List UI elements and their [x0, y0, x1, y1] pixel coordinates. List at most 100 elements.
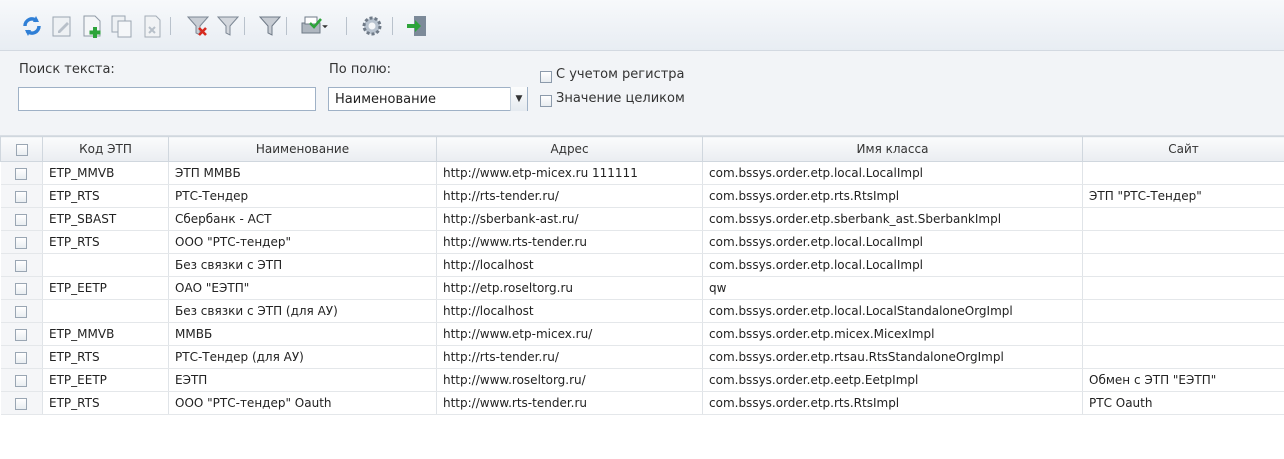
- table-row[interactable]: ETP_RTS ООО "РТС-тендер" http://www.rts-te…: [0, 230, 1284, 254]
- search-field-select[interactable]: Наименование: [328, 87, 528, 111]
- table-cell: [1082, 299, 1284, 323]
- column-header[interactable]: Адрес: [436, 136, 703, 162]
- delete-record-icon[interactable]: [138, 12, 166, 40]
- table-cell: http://localhost: [436, 299, 703, 323]
- table-row[interactable]: ETP_MMVB ЭТП ММВБ http://www.etp-micex.ru …: [0, 161, 1284, 185]
- table-row[interactable]: ETP_RTS РТС-Тендер http://rts-tender.ru/co…: [0, 184, 1284, 208]
- table-cell: РТС-Тендер: [168, 184, 437, 208]
- table-cell: ETP_EETP: [42, 368, 169, 392]
- toolbar: [0, 0, 1284, 51]
- clear-filter-icon[interactable]: [184, 12, 212, 40]
- table-cell: ETP_SBAST: [42, 207, 169, 231]
- table-cell: ETP_MMVB: [42, 161, 169, 185]
- row-checkbox[interactable]: [0, 161, 43, 185]
- table-cell: [1082, 253, 1284, 277]
- column-header[interactable]: Наименование: [168, 136, 437, 162]
- search-input[interactable]: [18, 87, 316, 111]
- table-cell: http://www.rts-tender.ru: [436, 391, 703, 415]
- table-cell: com.bssys.order.etp.micex.MicexImpl: [702, 322, 1083, 346]
- table-row[interactable]: ETP_EETP ОАО "ЕЭТП" http://etp.roseltorg.r…: [0, 276, 1284, 300]
- table-cell: [1082, 230, 1284, 254]
- whole-value-label: Значение целиком: [556, 91, 685, 106]
- table-cell: ОАО "ЕЭТП": [168, 276, 437, 300]
- table-cell: ООО "РТС-тендер" Oauth: [168, 391, 437, 415]
- table-cell: http://sberbank-ast.ru/: [436, 207, 703, 231]
- table-cell: http://www.etp-micex.ru 111111: [436, 161, 703, 185]
- table-cell: http://www.roseltorg.ru/: [436, 368, 703, 392]
- table-cell: ETP_EETP: [42, 276, 169, 300]
- row-checkbox[interactable]: [0, 322, 43, 346]
- chevron-down-icon[interactable]: ▼: [510, 87, 527, 111]
- table-header-row: Код ЭТП Наименование Адрес Имя класса Са…: [0, 136, 1284, 162]
- table-cell: [1082, 345, 1284, 369]
- edit-icon[interactable]: [48, 12, 76, 40]
- row-checkbox[interactable]: [0, 368, 43, 392]
- table-cell: com.bssys.order.etp.sberbank_ast.Sberban…: [702, 207, 1083, 231]
- table-cell: ETP_MMVB: [42, 322, 169, 346]
- gear-icon[interactable]: [358, 12, 386, 40]
- etp-grid: Код ЭТП Наименование Адрес Имя класса Са…: [0, 136, 1284, 415]
- row-checkbox[interactable]: [0, 299, 43, 323]
- table-cell: com.bssys.order.etp.local.LocalImpl: [702, 161, 1083, 185]
- row-checkbox[interactable]: [0, 184, 43, 208]
- table-row[interactable]: Без связки с ЭТП (для АУ) http://localhos…: [0, 299, 1284, 323]
- table-cell: com.bssys.order.etp.eetp.EetpImpl: [702, 368, 1083, 392]
- table-cell: [42, 253, 169, 277]
- table-cell: Без связки с ЭТП (для АУ): [168, 299, 437, 323]
- table-cell: com.bssys.order.etp.rts.RtsImpl: [702, 391, 1083, 415]
- table-row[interactable]: ETP_RTS ООО "РТС-тендер" Oauth http://www.…: [0, 391, 1284, 415]
- column-header[interactable]: Имя класса: [702, 136, 1083, 162]
- table-cell: ЭТП "РТС-Тендер": [1082, 184, 1284, 208]
- quick-filter-icon[interactable]: [256, 12, 284, 40]
- row-checkbox[interactable]: [0, 207, 43, 231]
- table-cell: com.bssys.order.etp.rts.RtsImpl: [702, 184, 1083, 208]
- row-checkbox[interactable]: [0, 230, 43, 254]
- search-panel: Поиск текста: По полю: Наименование ▼ С …: [0, 51, 1284, 136]
- column-header[interactable]: Код ЭТП: [42, 136, 169, 162]
- table-row[interactable]: ETP_EETP ЕЭТП http://www.roseltorg.ru/com.…: [0, 368, 1284, 392]
- table-cell: ETP_RTS: [42, 345, 169, 369]
- toolbar-separator: [244, 17, 245, 35]
- table-row[interactable]: ETP_SBAST Сбербанк - АСТ http://sberbank-a…: [0, 207, 1284, 231]
- table-cell: [42, 299, 169, 323]
- table-cell: com.bssys.order.etp.local.LocalImpl: [702, 253, 1083, 277]
- table-cell: ООО "РТС-тендер": [168, 230, 437, 254]
- row-checkbox[interactable]: [0, 391, 43, 415]
- table-cell: [1082, 276, 1284, 300]
- table-cell: http://rts-tender.ru/: [436, 184, 703, 208]
- table-cell: http://localhost: [436, 253, 703, 277]
- app-window: Поиск текста: По полю: Наименование ▼ С …: [0, 0, 1284, 459]
- table-row[interactable]: ETP_MMVB ММВБ http://www.etp-micex.ru/com.…: [0, 322, 1284, 346]
- exit-icon[interactable]: [403, 12, 431, 40]
- table-cell: ММВБ: [168, 322, 437, 346]
- toolbar-separator: [346, 17, 347, 35]
- table-cell: [1082, 207, 1284, 231]
- table-cell: com.bssys.order.etp.local.LocalImpl: [702, 230, 1083, 254]
- case-sensitive-checkbox[interactable]: [540, 71, 552, 83]
- toolbar-separator: [392, 17, 393, 35]
- table-cell: ETP_RTS: [42, 184, 169, 208]
- whole-value-checkbox[interactable]: [540, 95, 552, 107]
- table-cell: [1082, 322, 1284, 346]
- toolbar-separator: [170, 17, 171, 35]
- table-cell: http://etp.roseltorg.ru: [436, 276, 703, 300]
- filter-icon[interactable]: [214, 12, 242, 40]
- table-cell: http://www.etp-micex.ru/: [436, 322, 703, 346]
- table-cell: РТС Oauth: [1082, 391, 1284, 415]
- table-cell: ЭТП ММВБ: [168, 161, 437, 185]
- copy-record-icon[interactable]: [108, 12, 136, 40]
- table-cell: [1082, 161, 1284, 185]
- refresh-icon[interactable]: [18, 12, 46, 40]
- add-record-icon[interactable]: [78, 12, 106, 40]
- table-cell: ETP_RTS: [42, 391, 169, 415]
- chevron-down-icon[interactable]: [318, 12, 332, 40]
- row-checkbox[interactable]: [0, 345, 43, 369]
- column-header[interactable]: Сайт: [1082, 136, 1284, 162]
- row-checkbox[interactable]: [0, 276, 43, 300]
- table-row[interactable]: ETP_RTS РТС-Тендер (для АУ) http://rts-ten…: [0, 345, 1284, 369]
- table-row[interactable]: Без связки с ЭТП http://localhost com.bssy…: [0, 253, 1284, 277]
- table-cell: com.bssys.order.etp.rtsau.RtsStandaloneO…: [702, 345, 1083, 369]
- table-cell: http://www.rts-tender.ru: [436, 230, 703, 254]
- row-checkbox[interactable]: [0, 253, 43, 277]
- select-all-checkbox[interactable]: [0, 136, 43, 162]
